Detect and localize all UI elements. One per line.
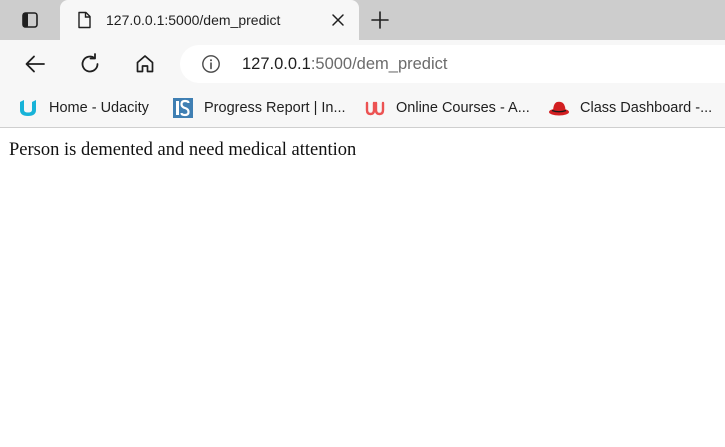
tab-actions-icon — [22, 12, 38, 28]
bookmark-label: Class Dashboard -... — [580, 100, 713, 116]
back-arrow-icon — [25, 55, 45, 73]
bookmark-home-udacity[interactable]: Home - Udacity — [17, 96, 149, 120]
info-icon[interactable] — [201, 54, 221, 74]
infosys-logo-icon — [172, 97, 194, 119]
url-text[interactable]: 127.0.0.1:5000/dem_predict — [242, 54, 448, 74]
close-icon — [332, 14, 344, 26]
tab-close-button[interactable] — [328, 10, 348, 30]
bookmark-label: Home - Udacity — [49, 100, 149, 116]
back-button[interactable] — [21, 50, 49, 78]
udacity-logo-icon — [17, 97, 39, 119]
tab-strip: 127.0.0.1:5000/dem_predict — [0, 0, 725, 40]
udemy-logo-icon — [364, 97, 386, 119]
bookmark-label: Online Courses - A... — [396, 100, 530, 116]
navigation-toolbar: 127.0.0.1:5000/dem_predict — [0, 40, 725, 88]
bookmark-label: Progress Report | In... — [204, 100, 346, 116]
bookmark-progress-report[interactable]: Progress Report | In... — [172, 96, 346, 120]
url-host: 127.0.0.1 — [242, 55, 311, 73]
tab-title: 127.0.0.1:5000/dem_predict — [106, 12, 281, 28]
reload-button[interactable] — [76, 50, 104, 78]
url-path: :5000/dem_predict — [310, 55, 448, 73]
bookmark-online-courses[interactable]: Online Courses - A... — [364, 96, 530, 120]
page-icon — [78, 11, 91, 29]
home-button[interactable] — [131, 50, 159, 78]
bookmarks-bar: Home - Udacity Progress Report | In... O… — [0, 88, 725, 128]
prediction-message: Person is demented and need medical atte… — [9, 140, 357, 160]
tab-actions-button[interactable] — [10, 8, 50, 32]
home-icon — [136, 55, 154, 73]
reload-icon — [81, 53, 99, 73]
bookmark-class-dashboard[interactable]: Class Dashboard -... — [548, 96, 712, 120]
new-tab-button[interactable] — [367, 8, 393, 32]
redhat-logo-icon — [548, 97, 570, 119]
address-bar[interactable]: 127.0.0.1:5000/dem_predict — [180, 45, 725, 83]
active-tab[interactable]: 127.0.0.1:5000/dem_predict — [60, 0, 359, 40]
page-content: Person is demented and need medical atte… — [0, 129, 725, 447]
plus-icon — [371, 11, 389, 29]
